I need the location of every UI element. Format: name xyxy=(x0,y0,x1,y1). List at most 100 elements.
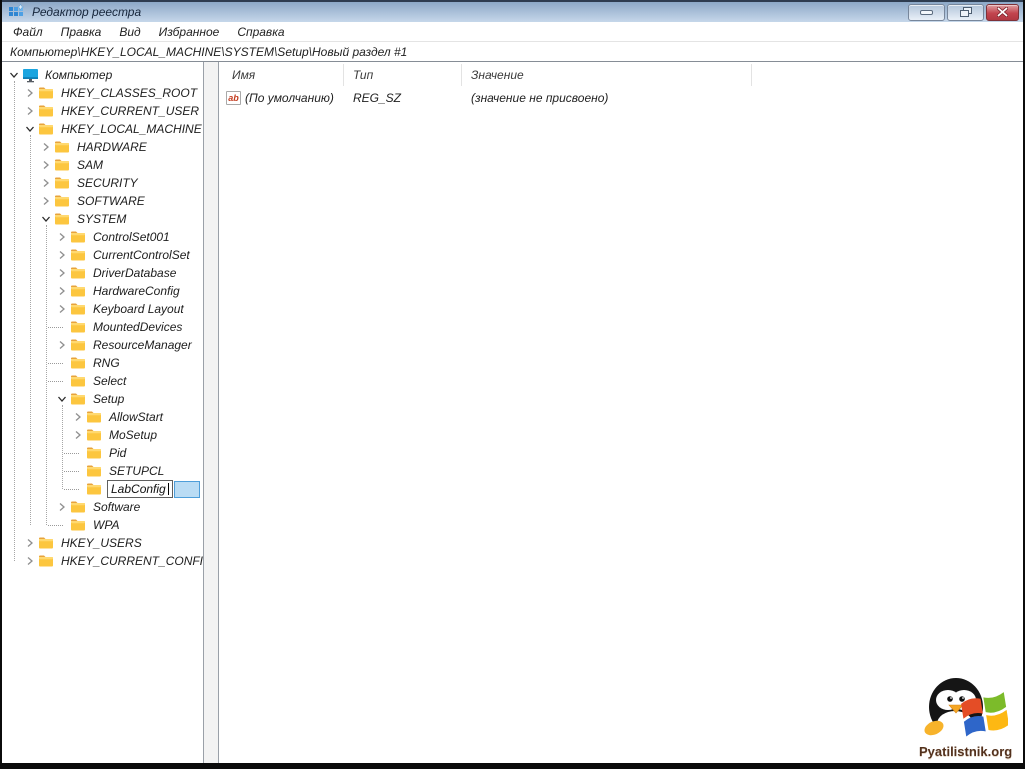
tree-item-label: SOFTWARE xyxy=(77,194,145,208)
chevron-right-icon[interactable] xyxy=(54,336,70,354)
titlebar[interactable]: Редактор реестра xyxy=(2,0,1023,22)
values-panel[interactable]: Имя Тип Значение ab (По умолчанию) REG_SZ (зн… xyxy=(218,62,1023,763)
chevron-right-icon[interactable] xyxy=(54,246,70,264)
menu-item-1[interactable]: Правка xyxy=(52,23,111,41)
menu-bar: Файл Правка Вид Избранное Справка xyxy=(2,22,1023,42)
tree-item-label: HKEY_USERS xyxy=(61,536,142,550)
chevron-right-icon xyxy=(27,557,33,565)
tree-item-software[interactable]: Software xyxy=(2,498,203,516)
folder-icon xyxy=(54,175,72,191)
chevron-right-icon[interactable] xyxy=(54,228,70,246)
chevron-right-icon xyxy=(59,233,65,241)
address-path[interactable]: Компьютер\HKEY_LOCAL_MACHINE\SYSTEM\Setu… xyxy=(10,45,407,59)
reg-sz-icon: ab xyxy=(226,91,241,105)
chevron-right-icon[interactable] xyxy=(54,300,70,318)
chevron-right-icon[interactable] xyxy=(22,102,38,120)
regedit-window: Редактор реестра Файл Правка Вид Избранное С… xyxy=(2,0,1023,763)
tree-item-currentcontrolset[interactable]: CurrentControlSet xyxy=(2,246,203,264)
tree-item-hardwareconfig[interactable]: HardwareConfig xyxy=(2,282,203,300)
chevron-right-icon[interactable] xyxy=(38,192,54,210)
tree-item-label: Software xyxy=(93,500,141,514)
column-header-1[interactable]: Тип xyxy=(344,64,462,86)
tree-item-hkey-classes-root[interactable]: HKEY_CLASSES_ROOT xyxy=(2,84,203,102)
chevron-right-icon[interactable] xyxy=(38,174,54,192)
tree-item-system[interactable]: SYSTEM xyxy=(2,210,203,228)
penguin-windows-logo xyxy=(924,678,1009,737)
tree-item-setupcl[interactable]: SETUPCL xyxy=(2,462,203,480)
tree-item-rng[interactable]: RNG xyxy=(2,354,203,372)
tree-item-label: ResourceManager xyxy=(93,338,192,352)
tree-item-label: RNG xyxy=(93,356,120,370)
tree-item-mosetup[interactable]: MoSetup xyxy=(2,426,203,444)
tree-item-setup[interactable]: Setup xyxy=(2,390,203,408)
folder-icon xyxy=(54,211,72,227)
chevron-right-icon[interactable] xyxy=(70,408,86,426)
tree-item-security[interactable]: SECURITY xyxy=(2,174,203,192)
chevron-right-icon[interactable] xyxy=(70,426,86,444)
menu-item-4[interactable]: Справка xyxy=(228,23,293,41)
tree-item-driverdatabase[interactable]: DriverDatabase xyxy=(2,264,203,282)
menu-item-0[interactable]: Файл xyxy=(4,23,52,41)
window-minimize-icon xyxy=(920,9,933,15)
address-bar[interactable]: Компьютер\HKEY_LOCAL_MACHINE\SYSTEM\Setu… xyxy=(2,42,1023,61)
chevron-right-icon[interactable] xyxy=(22,552,38,570)
watermark-text: Pyatilistnik.org xyxy=(919,744,1013,759)
column-header-2[interactable]: Значение xyxy=(462,64,752,86)
folder-icon xyxy=(70,283,88,299)
folder-icon xyxy=(38,535,56,551)
folder-icon xyxy=(70,391,88,407)
tree-item-hkey-current-user[interactable]: HKEY_CURRENT_USER xyxy=(2,102,203,120)
folder-icon xyxy=(86,463,104,479)
tree-item-hkey-current-config[interactable]: HKEY_CURRENT_CONFIG xyxy=(2,552,203,570)
window-close-button[interactable] xyxy=(986,3,1019,21)
folder-icon xyxy=(86,445,104,461)
tree-item-controlset001[interactable]: ControlSet001 xyxy=(2,228,203,246)
chevron-right-icon[interactable] xyxy=(54,282,70,300)
tree-item-pid[interactable]: Pid xyxy=(2,444,203,462)
registry-app-icon xyxy=(8,3,25,20)
chevron-down-icon xyxy=(26,126,34,132)
chevron-right-icon xyxy=(43,179,49,187)
tree-item-hkey-users[interactable]: HKEY_USERS xyxy=(2,534,203,552)
chevron-right-icon[interactable] xyxy=(54,498,70,516)
chevron-down-icon xyxy=(10,72,18,78)
tree-item-resourcemanager[interactable]: ResourceManager xyxy=(2,336,203,354)
chevron-right-icon[interactable] xyxy=(54,264,70,282)
tree-item-allowstart[interactable]: AllowStart xyxy=(2,408,203,426)
tree-item-mounteddevices[interactable]: MountedDevices xyxy=(2,318,203,336)
tree-item-keyboard-layout[interactable]: Keyboard Layout xyxy=(2,300,203,318)
panel-splitter[interactable] xyxy=(204,62,218,763)
menu-item-3[interactable]: Избранное xyxy=(150,23,229,41)
chevron-right-icon xyxy=(27,89,33,97)
tree-item-labconfig[interactable]: LabConfig xyxy=(2,480,203,498)
chevron-right-icon[interactable] xyxy=(22,534,38,552)
chevron-right-icon xyxy=(43,197,49,205)
tree-leaf-connector xyxy=(48,318,70,336)
folder-icon xyxy=(86,481,104,497)
tree-item-software[interactable]: SOFTWARE xyxy=(2,192,203,210)
menu-item-2[interactable]: Вид xyxy=(110,23,149,41)
folder-icon xyxy=(70,247,88,263)
tree-panel[interactable]: Компьютер HKEY_CLASSES_ROOT HKEY_CURRENT_U… xyxy=(2,62,204,763)
chevron-right-icon xyxy=(59,269,65,277)
rename-key-input[interactable]: LabConfig xyxy=(107,480,173,498)
tree-item-label: HKEY_CURRENT_USER xyxy=(61,104,200,118)
column-header-0[interactable]: Имя xyxy=(219,64,344,86)
tree-item-label: WPA xyxy=(93,518,120,532)
chevron-right-icon[interactable] xyxy=(38,156,54,174)
window-minimize-button[interactable] xyxy=(908,3,945,21)
tree-item-wpa[interactable]: WPA xyxy=(2,516,203,534)
window-restore-button[interactable] xyxy=(947,3,984,21)
value-row[interactable]: ab (По умолчанию) REG_SZ (значение не присв… xyxy=(219,88,1023,108)
tree-item-label: Pid xyxy=(109,446,127,460)
tree-item-sam[interactable]: SAM xyxy=(2,156,203,174)
tree-item-hardware[interactable]: HARDWARE xyxy=(2,138,203,156)
chevron-right-icon[interactable] xyxy=(22,84,38,102)
value-name-cell: ab (По умолчанию) xyxy=(219,91,344,105)
chevron-right-icon[interactable] xyxy=(38,138,54,156)
tree-item-select[interactable]: Select xyxy=(2,372,203,390)
tree-item-hkey-local-machine[interactable]: HKEY_LOCAL_MACHINE xyxy=(2,120,203,138)
tree-item-компьютер[interactable]: Компьютер xyxy=(2,66,203,84)
chevron-right-icon xyxy=(59,287,65,295)
window-title: Редактор реестра xyxy=(32,5,142,19)
